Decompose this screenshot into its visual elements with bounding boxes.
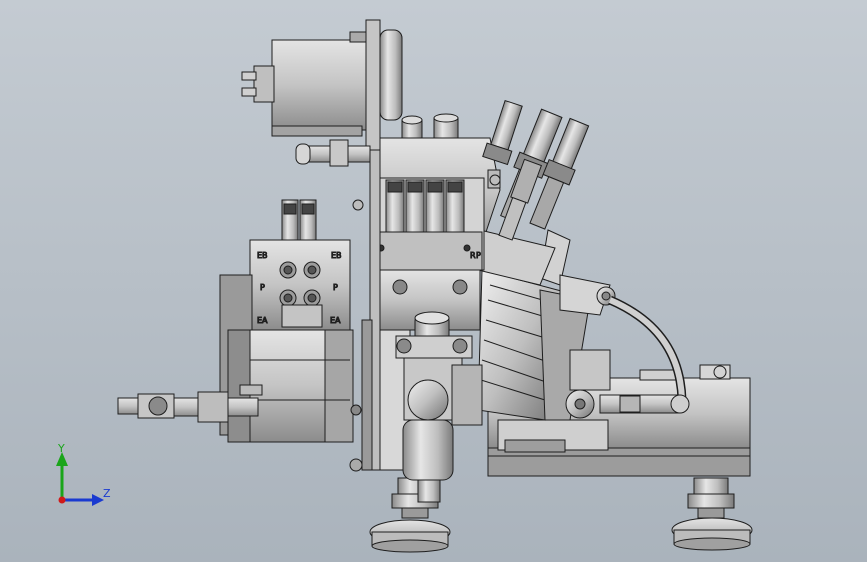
push-in-fitting-top-1[interactable] [401, 115, 423, 139]
manifold-port-2[interactable] [303, 261, 321, 279]
manifold-port-3[interactable] [279, 289, 297, 307]
bolt-2 [489, 174, 501, 186]
manifold-port-1[interactable] [279, 261, 297, 279]
z-axis-label: Z [103, 487, 111, 500]
cad-viewport[interactable]: R P EB P EA EB P EA Y Z [0, 0, 867, 562]
manifold-port-4[interactable] [303, 289, 321, 307]
manifold-p-right-label: P [333, 283, 338, 292]
manifold-ea-right-label: EA [330, 316, 341, 325]
manifold-p-label: P [260, 283, 265, 292]
manifold-eb-label: EB [257, 251, 268, 260]
manifold-eb-right-label: EB [331, 251, 342, 260]
inlet-fitting-chain[interactable] [117, 384, 263, 423]
y-axis-label: Y [57, 442, 65, 455]
solenoid-valve-4[interactable] [445, 179, 465, 233]
bolt-3 [713, 365, 727, 379]
solenoid-valve-3[interactable] [425, 179, 445, 233]
solenoid-valve-bank[interactable]: R P [371, 177, 485, 271]
solenoid-valve-1[interactable] [385, 179, 405, 233]
orientation-triad: Y Z [56, 442, 111, 506]
side-manifold[interactable]: EB P EA EB P EA [249, 199, 351, 331]
valve-block-p-label: P [476, 251, 481, 260]
filter-regulator[interactable] [395, 311, 483, 503]
slide-rail[interactable] [497, 419, 609, 453]
leveling-foot-right[interactable] [671, 477, 753, 551]
solenoid-valve-2[interactable] [405, 179, 425, 233]
bolt-1 [352, 199, 364, 211]
push-in-fitting-top-2[interactable] [433, 113, 459, 139]
manifold-ea-label: EA [257, 316, 268, 325]
top-motor-unit[interactable] [241, 19, 403, 167]
origin-dot [58, 496, 66, 504]
pneumatic-assembly-drawing[interactable]: R P EB P EA EB P EA Y Z [0, 0, 867, 562]
